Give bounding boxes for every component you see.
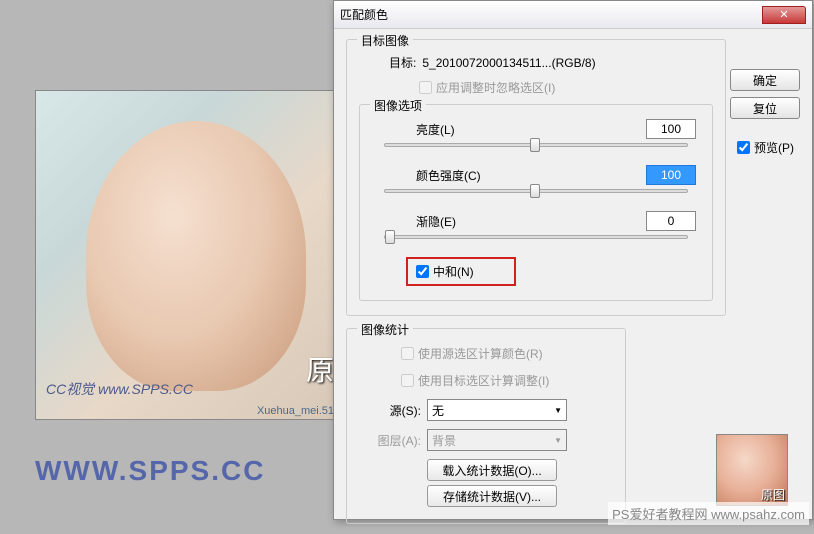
brightness-thumb[interactable] (530, 138, 540, 152)
target-image-fieldset: 目标图像 目标: 5_2010072000134511...(RGB/8) 应用… (346, 39, 726, 316)
dialog-title: 匹配颜色 (340, 6, 762, 23)
intensity-label: 颜色强度(C) (376, 167, 481, 184)
preview-label: 预览(P) (754, 139, 794, 156)
neutralize-highlight: 中和(N) (406, 257, 516, 286)
use-target-selection-checkbox (401, 374, 414, 387)
close-button[interactable]: ✕ (762, 6, 806, 24)
dropdown-arrow-icon: ▼ (554, 406, 562, 415)
brightness-label: 亮度(L) (376, 121, 455, 138)
brightness-group: 亮度(L) (376, 119, 696, 147)
cc-watermark: CC视觉 www.SPPS.CC (46, 379, 193, 399)
dialog-titlebar[interactable]: 匹配颜色 ✕ (334, 1, 812, 29)
layer-label: 图层(A): (361, 432, 421, 449)
intensity-input[interactable] (646, 165, 696, 185)
fade-input[interactable] (646, 211, 696, 231)
fade-label: 渐隐(E) (376, 213, 456, 230)
portrait-image (86, 121, 306, 391)
match-color-dialog: 匹配颜色 ✕ 确定 复位 预览(P) 目标图像 目标: 5_2010072000… (333, 0, 813, 520)
image-options-legend: 图像选项 (370, 97, 426, 114)
neutralize-label: 中和(N) (433, 263, 474, 280)
xuehua-credit: Xuehua_mei.51 (257, 405, 334, 417)
fade-slider[interactable] (384, 235, 688, 239)
layer-value: 背景 (432, 432, 456, 449)
image-stats-fieldset: 图像统计 使用源选区计算颜色(R) 使用目标选区计算调整(I) 源(S): 无 … (346, 328, 626, 524)
source-select[interactable]: 无 ▼ (427, 399, 567, 421)
reset-button[interactable]: 复位 (730, 97, 800, 119)
source-label: 源(S): (361, 402, 421, 419)
intensity-slider[interactable] (384, 189, 688, 193)
source-thumbnail: 原图 (716, 434, 788, 506)
image-options-fieldset: 图像选项 亮度(L) 颜色强度(C) (359, 104, 713, 301)
document-canvas: CC视觉 www.SPPS.CC 原 Xuehua_mei.51 (35, 90, 340, 420)
ignore-selection-checkbox (419, 81, 432, 94)
use-target-selection-label: 使用目标选区计算调整(I) (418, 372, 549, 389)
ok-button[interactable]: 确定 (730, 69, 800, 91)
yuan-overlay-text: 原 (306, 349, 334, 389)
intensity-thumb[interactable] (530, 184, 540, 198)
use-source-selection-label: 使用源选区计算颜色(R) (418, 345, 543, 362)
brightness-slider[interactable] (384, 143, 688, 147)
dropdown-arrow-icon: ▼ (554, 436, 562, 445)
use-source-selection-checkbox (401, 347, 414, 360)
target-value: 5_2010072000134511...(RGB/8) (422, 56, 595, 70)
ignore-selection-label: 应用调整时忽略选区(I) (436, 79, 555, 96)
layer-select: 背景 ▼ (427, 429, 567, 451)
footer-watermark: PS爱好者教程网 www.psahz.com (608, 502, 809, 525)
source-value: 无 (432, 402, 444, 419)
target-label: 目标: (389, 54, 416, 71)
fade-group: 渐隐(E) (376, 211, 696, 239)
image-stats-legend: 图像统计 (357, 321, 413, 338)
brightness-input[interactable] (646, 119, 696, 139)
target-image-legend: 目标图像 (357, 32, 413, 49)
thumb-yuan-label: 原图 (761, 486, 785, 503)
preview-checkbox[interactable] (737, 141, 750, 154)
fade-thumb[interactable] (385, 230, 395, 244)
intensity-group: 颜色强度(C) (376, 165, 696, 193)
page-url-text: WWW.SPPS.CC (35, 455, 265, 487)
load-stats-button[interactable]: 载入统计数据(O)... (427, 459, 557, 481)
save-stats-button[interactable]: 存储统计数据(V)... (427, 485, 557, 507)
preview-checkbox-row[interactable]: 预览(P) (737, 139, 794, 156)
neutralize-checkbox[interactable] (416, 265, 429, 278)
